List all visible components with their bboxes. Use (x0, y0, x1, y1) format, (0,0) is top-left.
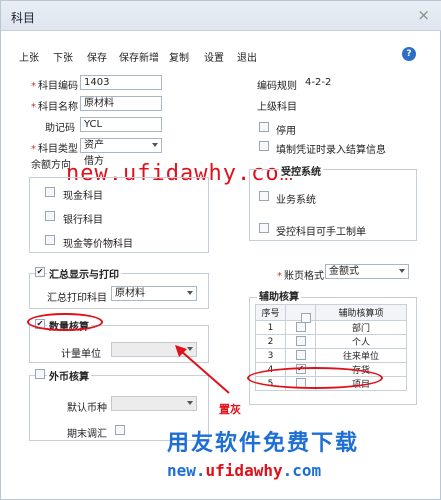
next-button[interactable]: 下张 (53, 49, 73, 64)
default-currency-label: 默认币种 (67, 403, 107, 414)
manual-entry-checkbox[interactable] (259, 223, 269, 233)
aux-row-check (285, 334, 316, 349)
mnemonic-label: 助记码 (45, 123, 75, 134)
business-system-checkbox[interactable] (259, 191, 269, 201)
aux-row-check (285, 348, 316, 363)
cash-checkbox[interactable] (45, 187, 55, 197)
aux-row-checkbox[interactable] (295, 350, 306, 361)
cash-label: 现金科目 (63, 191, 103, 202)
mnemonic-field[interactable]: YCL (80, 117, 162, 132)
settle-info-label: 填制凭证时录入结算信息 (276, 145, 386, 156)
aux-row-item: 部门 (315, 320, 407, 335)
gray-annotation: 置灰 (219, 403, 241, 416)
ledger-format-label: 账页格式 (277, 267, 324, 282)
table-row: 3 往来单位 (255, 348, 407, 363)
copy-button[interactable]: 复制 (169, 49, 189, 64)
manual-entry-label: 受控科目可手工制单 (276, 227, 366, 238)
unit-label: 计量单位 (61, 349, 101, 360)
summary-print-value: 原材料 (115, 288, 145, 299)
account-code-label: 科目编码 (31, 77, 78, 92)
brand-watermark: 用友软件免费下载 (167, 431, 360, 456)
aux-header-row: 序号 辅助核算项 (255, 304, 407, 323)
highlight-ellipse (247, 367, 383, 389)
prev-button[interactable]: 上张 (19, 49, 39, 64)
ledger-format-value: 金额式 (329, 266, 359, 277)
help-icon[interactable]: ? (402, 47, 416, 61)
dialog-title: 科目 (11, 11, 36, 25)
aux-header-no: 序号 (255, 304, 286, 321)
cash-equiv-checkbox[interactable] (45, 235, 55, 245)
ledger-format-select[interactable]: 金额式 (325, 264, 409, 279)
cash-equiv-label: 现金等价物科目 (63, 239, 133, 250)
account-dialog: 科目 × 上张 下张 保存 保存新增 复制 设置 退出 ? 科目编码 1403 … (0, 0, 441, 500)
table-row: 2 个人 (255, 334, 407, 349)
save-button[interactable]: 保存 (87, 49, 107, 64)
account-type-select[interactable]: 资产 (80, 138, 162, 153)
aux-row-no: 1 (255, 320, 286, 335)
title-bar: 科目 × (1, 1, 441, 31)
business-system-label: 业务系统 (276, 195, 316, 206)
exit-button[interactable]: 退出 (237, 49, 257, 64)
close-icon[interactable]: × (417, 6, 430, 24)
brand-url-suffix: .com (282, 461, 322, 480)
currency-group-title: 外币核算 (47, 368, 91, 383)
disabled-checkbox[interactable] (259, 122, 269, 132)
settle-info-checkbox[interactable] (259, 141, 269, 151)
settings-button[interactable]: 设置 (204, 49, 224, 64)
summary-print-select[interactable]: 原材料 (111, 286, 197, 301)
chevron-down-icon (399, 269, 405, 273)
toolbar: 上张 下张 保存 保存新增 复制 设置 退出 ? (1, 47, 441, 67)
control-system-title: 受控系统 (279, 163, 323, 178)
aux-row-no: 2 (255, 334, 286, 349)
code-rule-value: 4-2-2 (305, 77, 332, 88)
summary-group-title: 汇总显示与打印 (47, 266, 121, 281)
brand-url: new.ufidawhy.com (167, 461, 321, 480)
period-adjust-label: 期末调汇 (67, 429, 107, 440)
summary-print-label: 汇总打印科目 (47, 293, 107, 304)
account-type-label: 科目类型 (31, 140, 78, 155)
account-type-value: 资产 (84, 140, 104, 151)
chevron-down-icon (152, 143, 158, 147)
table-row: 1 部门 (255, 320, 407, 335)
aux-row-item: 个人 (315, 334, 407, 349)
bank-checkbox[interactable] (45, 211, 55, 221)
chevron-down-icon (187, 291, 193, 295)
aux-header-item: 辅助核算项 (315, 304, 407, 321)
currency-checkbox[interactable] (35, 369, 45, 379)
aux-group-title: 辅助核算 (257, 288, 301, 303)
account-name-label: 科目名称 (31, 98, 78, 113)
aux-row-check (285, 320, 316, 335)
account-name-field[interactable]: 原材料 (80, 96, 162, 111)
brand-url-prefix: new. (167, 461, 206, 480)
disabled-label: 停用 (276, 126, 296, 137)
aux-header-check (285, 304, 316, 323)
highlight-ellipse (27, 313, 103, 331)
period-adjust-checkbox[interactable] (115, 425, 125, 435)
code-rule-label: 编码规则 (257, 81, 297, 92)
aux-row-checkbox[interactable] (295, 322, 306, 333)
account-code-field[interactable]: 1403 (80, 75, 162, 90)
summary-checkbox[interactable] (35, 267, 45, 277)
save-new-button[interactable]: 保存新增 (119, 49, 159, 64)
parent-account-label: 上级科目 (257, 102, 297, 113)
aux-row-item: 往来单位 (315, 348, 407, 363)
aux-row-no: 3 (255, 348, 286, 363)
brand-url-highlight: ufidawhy (205, 461, 283, 480)
balance-direction-label: 余额方向 (31, 160, 71, 171)
bank-label: 银行科目 (63, 215, 103, 226)
aux-row-checkbox[interactable] (295, 336, 306, 347)
